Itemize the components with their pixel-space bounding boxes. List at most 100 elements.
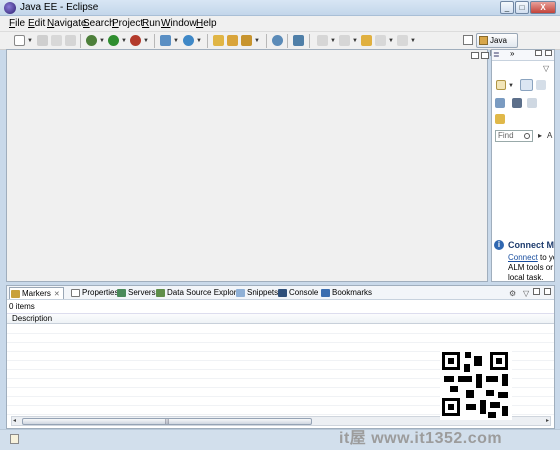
scheduled-icon[interactable] [536, 80, 546, 90]
open-type-icon[interactable] [213, 35, 224, 46]
menu-project[interactable]: Project [112, 18, 143, 29]
chevron-down-icon[interactable]: ▼ [143, 38, 149, 44]
new-fast-view-icon[interactable] [10, 434, 19, 444]
menu-window[interactable]: Window [161, 18, 197, 29]
editor-area[interactable] [6, 49, 489, 282]
eclipse-logo-icon [4, 2, 16, 14]
tab-console[interactable]: Console [277, 287, 318, 299]
save-all-icon[interactable] [51, 35, 62, 46]
chevron-down-icon[interactable]: ▼ [27, 38, 33, 44]
menu-file[interactable]: File [9, 18, 25, 29]
markers-icon [11, 290, 20, 298]
chevron-down-icon[interactable]: ▼ [410, 38, 416, 44]
tab-label: Markers [22, 289, 51, 298]
maximize-button[interactable]: □ [515, 1, 529, 14]
snippets-icon [236, 289, 245, 297]
maximize-view-icon[interactable] [545, 50, 552, 56]
chevron-down-icon[interactable]: ▼ [330, 38, 336, 44]
new-java-class-icon[interactable] [183, 35, 194, 46]
chevron-down-icon[interactable]: ▼ [352, 38, 358, 44]
item-count: 0 items [9, 302, 35, 311]
chevron-down-icon[interactable]: ▼ [173, 38, 179, 44]
forward-arrow-icon[interactable] [397, 35, 408, 46]
maximize-view-icon[interactable] [481, 52, 489, 59]
menu-help[interactable]: Help [196, 18, 217, 29]
hide-completed-icon[interactable] [512, 98, 522, 108]
qr-finder [490, 352, 508, 370]
search-icon[interactable] [241, 35, 252, 46]
qr-module [466, 390, 474, 398]
scroll-right-icon[interactable]: ▸ [546, 417, 549, 424]
scroll-thumb[interactable]: ||| [22, 418, 312, 425]
open-folder-icon[interactable] [227, 35, 238, 46]
perspective-java-ee-button[interactable]: Java EE [476, 33, 518, 58]
chevron-down-icon[interactable]: ▼ [196, 38, 202, 44]
qr-module [474, 356, 482, 366]
last-edit-location-icon[interactable] [361, 35, 372, 46]
connect-heading: Connect My [508, 240, 555, 250]
new-task-icon[interactable] [496, 80, 506, 90]
task-repository-icon[interactable] [293, 35, 304, 46]
chevron-down-icon[interactable]: ▼ [508, 83, 514, 89]
minimize-view-icon[interactable] [533, 288, 540, 295]
external-tools-icon[interactable] [130, 35, 141, 46]
tab-label: Console [289, 288, 319, 297]
qr-code-image [440, 350, 512, 420]
categorized-icon[interactable] [520, 79, 533, 91]
previous-annotation-icon[interactable] [339, 35, 350, 46]
connect-link[interactable]: Connect [508, 253, 538, 262]
chevron-down-icon[interactable]: ▼ [99, 38, 105, 44]
minimize-view-icon[interactable] [535, 50, 542, 56]
scroll-left-icon[interactable]: ◂ [13, 417, 16, 424]
tab-bookmarks[interactable]: Bookmarks [320, 287, 372, 299]
minimize-view-icon[interactable] [471, 52, 479, 59]
activate-task-icon[interactable] [495, 114, 505, 124]
qr-module [486, 376, 498, 382]
more-views-icon[interactable]: » [510, 50, 514, 58]
web-browser-icon[interactable] [272, 35, 283, 46]
column-header-label: Description [12, 314, 53, 323]
focus-on-workweek-icon[interactable] [495, 98, 505, 108]
maximize-view-icon[interactable] [544, 288, 551, 295]
view-menu-icon[interactable]: ▽ [523, 289, 529, 298]
tab-label: Data Source Explorer [167, 288, 244, 297]
chevron-down-icon[interactable]: ▼ [254, 38, 260, 44]
qr-module [486, 390, 494, 396]
menu-run[interactable]: Run [142, 18, 160, 29]
bookmarks-icon [321, 289, 330, 297]
new-server-icon[interactable] [160, 35, 171, 46]
save-icon[interactable] [37, 35, 48, 46]
filter-icon[interactable]: ⚙ [509, 289, 516, 298]
view-menu-icon[interactable]: ▽ [543, 64, 549, 73]
menu-edit[interactable]: Edit [28, 18, 45, 29]
expand-arrow-icon[interactable]: ▸ [538, 131, 542, 140]
tab-data-source-explorer[interactable]: Data Source Explorer [155, 287, 243, 299]
close-button[interactable]: X [530, 1, 556, 14]
find-input[interactable]: Find [495, 130, 533, 142]
toolbar-separator [309, 34, 310, 48]
minimize-button[interactable]: _ [500, 1, 514, 14]
debug-icon[interactable] [86, 35, 97, 46]
tab-markers[interactable]: Markers ✕ [9, 287, 64, 299]
tab-snippets[interactable]: Snippets [235, 287, 278, 299]
next-annotation-icon[interactable] [317, 35, 328, 46]
window-title: Java EE - Eclipse [20, 2, 99, 13]
collapse-all-icon[interactable] [527, 98, 537, 108]
open-perspective-icon[interactable] [463, 35, 473, 45]
back-arrow-icon[interactable] [375, 35, 386, 46]
column-header-description[interactable]: Description [7, 313, 554, 324]
servers-icon [117, 289, 126, 297]
chevron-down-icon[interactable]: ▼ [388, 38, 394, 44]
chevron-down-icon[interactable]: ▼ [121, 38, 127, 44]
toolbar-separator [266, 34, 267, 48]
run-icon[interactable] [108, 35, 119, 46]
print-icon[interactable] [65, 35, 76, 46]
close-icon[interactable]: ✕ [54, 291, 60, 298]
new-icon[interactable] [14, 35, 25, 46]
menu-search[interactable]: Search [83, 18, 115, 29]
menu-navigate[interactable]: Navigate [47, 18, 86, 29]
all-filter-label[interactable]: A [547, 131, 552, 140]
task-list-tab-icon[interactable]: ≣ [493, 50, 500, 59]
tab-properties[interactable]: Properties [70, 287, 118, 299]
tab-servers[interactable]: Servers [116, 287, 156, 299]
